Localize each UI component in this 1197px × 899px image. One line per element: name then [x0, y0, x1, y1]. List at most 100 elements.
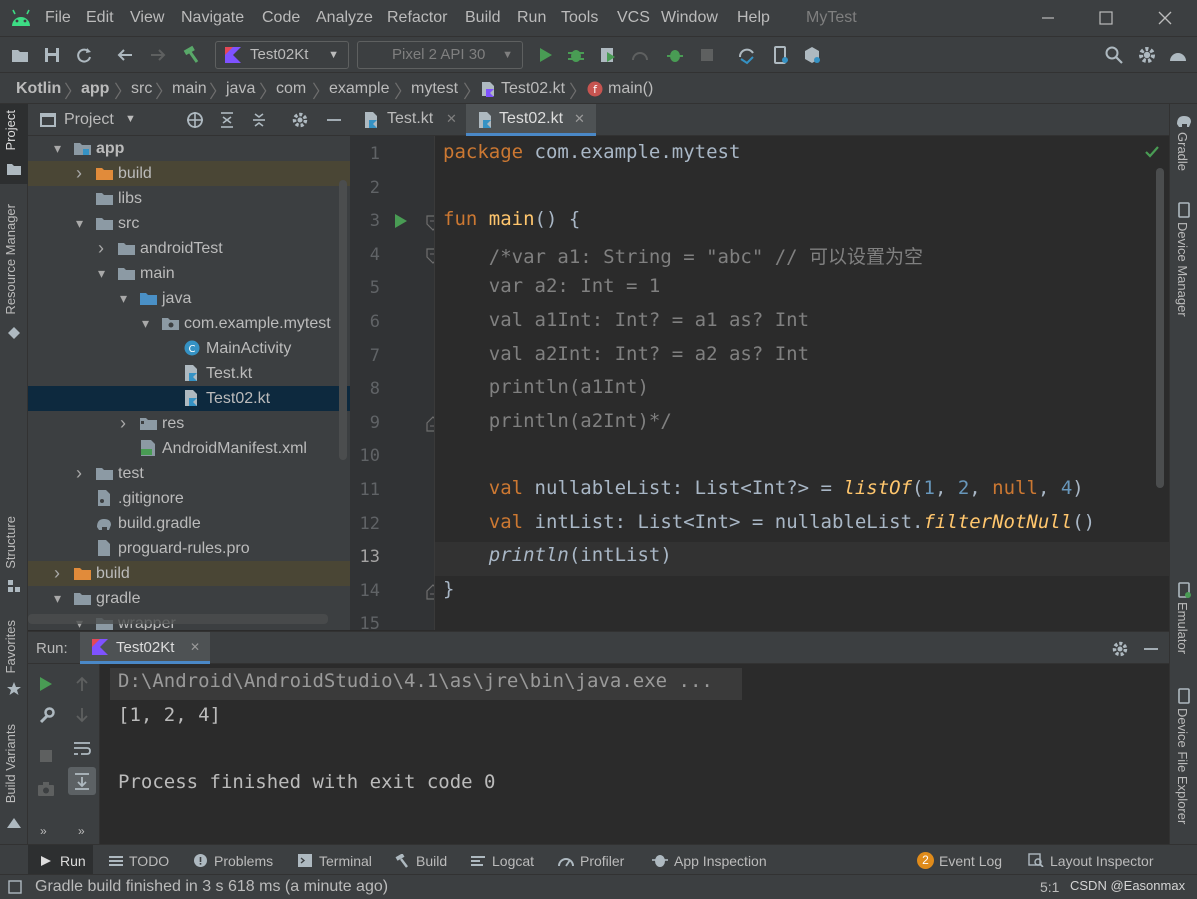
tree-item[interactable]: C MainActivity	[28, 336, 350, 361]
android-logo-icon[interactable]	[1168, 45, 1188, 65]
tree-item[interactable]: › build	[28, 561, 350, 586]
down-arrow-icon[interactable]	[74, 707, 90, 723]
camera-icon[interactable]	[37, 781, 55, 797]
modify-run-config-wrench-icon[interactable]	[37, 707, 55, 725]
menu-view[interactable]: View	[130, 9, 164, 27]
tree-item[interactable]: ▾ main	[28, 261, 350, 286]
breadcrumb-item-src[interactable]: src	[131, 80, 152, 98]
tree-item[interactable]: ▾ src	[28, 211, 350, 236]
tree-horizontal-scrollbar[interactable]	[28, 614, 328, 624]
close-window-icon[interactable]	[1157, 10, 1173, 26]
tool-window-emulator[interactable]: Emulator	[1175, 602, 1190, 654]
tool-window-terminal[interactable]: Terminal	[319, 853, 372, 869]
tab-test-kt[interactable]: Test.kt ✕	[350, 104, 466, 136]
run-gutter-icon[interactable]	[394, 213, 408, 229]
tree-item[interactable]: ▾ app	[28, 136, 350, 161]
search-icon[interactable]	[1104, 45, 1124, 65]
breadcrumb-item-main[interactable]: main	[172, 80, 207, 98]
tree-item[interactable]: ▾ java	[28, 286, 350, 311]
up-arrow-icon[interactable]	[74, 676, 90, 692]
tool-window-gradle[interactable]: Gradle	[1175, 132, 1190, 171]
more-actions-icon[interactable]: »	[78, 824, 85, 838]
device-manager-icon[interactable]	[770, 45, 790, 65]
breadcrumb-item-kotlin[interactable]: Kotlin	[16, 80, 61, 98]
tool-window-build-variants[interactable]: Build Variants	[3, 724, 18, 803]
chevron-right-icon[interactable]: ›	[54, 561, 66, 586]
more-actions-icon[interactable]: »	[40, 824, 47, 838]
run-console[interactable]: D:\Android\AndroidStudio\4.1\as\jre\bin\…	[100, 664, 1169, 844]
coverage-icon[interactable]	[598, 45, 618, 65]
menu-navigate[interactable]: Navigate	[181, 9, 244, 27]
device-select[interactable]: Pixel 2 API 30 ▼	[357, 41, 523, 69]
menu-file[interactable]: File	[45, 9, 71, 27]
tree-item[interactable]: › test	[28, 461, 350, 486]
menu-help[interactable]: Help	[737, 9, 770, 27]
code-editor[interactable]: package com.example.mytest fun main() { /…	[434, 136, 1169, 630]
menu-code[interactable]: Code	[262, 9, 300, 27]
breadcrumb-item-mytest[interactable]: mytest	[411, 80, 458, 98]
maximize-icon[interactable]	[1098, 10, 1114, 26]
breadcrumb-item-file[interactable]: Test02.kt	[501, 80, 565, 98]
stop-icon[interactable]	[38, 748, 54, 764]
apply-changes-icon[interactable]	[665, 45, 685, 65]
hide-panel-icon[interactable]	[1142, 640, 1160, 658]
select-opened-file-icon[interactable]	[186, 111, 204, 129]
chevron-right-icon[interactable]: ›	[76, 461, 88, 486]
minimize-icon[interactable]	[1040, 10, 1056, 26]
status-panel-icon[interactable]	[8, 880, 22, 894]
back-arrow-icon[interactable]	[115, 45, 135, 65]
settings-gear-icon[interactable]	[1137, 45, 1157, 65]
tree-item[interactable]: › build	[28, 161, 350, 186]
tree-item[interactable]: Test.kt	[28, 361, 350, 386]
tree-item[interactable]: › androidTest	[28, 236, 350, 261]
breadcrumb-item-example[interactable]: example	[329, 80, 389, 98]
open-folder-icon[interactable]	[10, 45, 30, 65]
tool-window-app-inspection[interactable]: App Inspection	[674, 853, 767, 869]
run-configuration-select[interactable]: Test02Kt ▼	[215, 41, 349, 69]
tree-item[interactable]: build.gradle	[28, 511, 350, 536]
tool-window-run[interactable]: Run	[60, 853, 86, 869]
tree-item[interactable]: .gitignore	[28, 486, 350, 511]
menu-tools[interactable]: Tools	[561, 9, 598, 27]
scroll-to-end-button[interactable]	[68, 767, 96, 795]
status-message[interactable]: Gradle build finished in 3 s 618 ms (a m…	[35, 878, 388, 896]
cursor-position[interactable]: 5:1	[1040, 879, 1059, 895]
tree-item[interactable]: Test02.kt	[28, 386, 350, 411]
tool-window-event-log[interactable]: Event Log	[939, 853, 1002, 869]
make-project-hammer-icon[interactable]	[181, 45, 201, 65]
debug-icon[interactable]	[566, 45, 586, 65]
run-tab[interactable]: Test02Kt ✕	[80, 632, 210, 664]
menu-build[interactable]: Build	[465, 9, 501, 27]
forward-arrow-icon[interactable]	[148, 45, 168, 65]
tool-window-todo[interactable]: TODO	[129, 853, 169, 869]
sync-icon[interactable]	[74, 45, 94, 65]
tree-scrollbar[interactable]	[339, 180, 347, 460]
tool-window-structure[interactable]: Structure	[3, 516, 18, 569]
tree-item[interactable]: AndroidManifest.xml	[28, 436, 350, 461]
menu-analyze[interactable]: Analyze	[316, 9, 373, 27]
chevron-down-icon[interactable]: ▾	[76, 211, 88, 236]
settings-gear-icon[interactable]	[291, 111, 309, 129]
hide-panel-icon[interactable]	[325, 111, 343, 129]
sdk-manager-icon[interactable]	[802, 45, 822, 65]
tab-test02-kt[interactable]: Test02.kt ✕	[466, 104, 596, 136]
project-view-select[interactable]: Project	[64, 111, 114, 129]
sync-gradle-icon[interactable]	[737, 45, 757, 65]
tree-item[interactable]: › res	[28, 411, 350, 436]
chevron-right-icon[interactable]: ›	[98, 236, 110, 261]
menu-window[interactable]: Window	[661, 9, 718, 27]
breadcrumb-item-app[interactable]: app	[81, 80, 109, 98]
breadcrumb-item-com[interactable]: com	[276, 80, 306, 98]
close-tab-icon[interactable]: ✕	[574, 104, 585, 134]
chevron-down-icon[interactable]: ▾	[54, 136, 66, 161]
close-tab-icon[interactable]: ✕	[446, 104, 457, 134]
tool-window-resource-manager[interactable]: Resource Manager	[3, 204, 18, 315]
save-all-icon[interactable]	[42, 45, 62, 65]
tool-window-project[interactable]: Project	[3, 110, 18, 150]
menu-edit[interactable]: Edit	[86, 9, 114, 27]
expand-all-icon[interactable]	[218, 111, 236, 129]
settings-gear-icon[interactable]	[1111, 640, 1129, 658]
tree-item[interactable]: libs	[28, 186, 350, 211]
tool-window-device-manager[interactable]: Device Manager	[1175, 222, 1190, 317]
rerun-icon[interactable]	[38, 676, 54, 692]
